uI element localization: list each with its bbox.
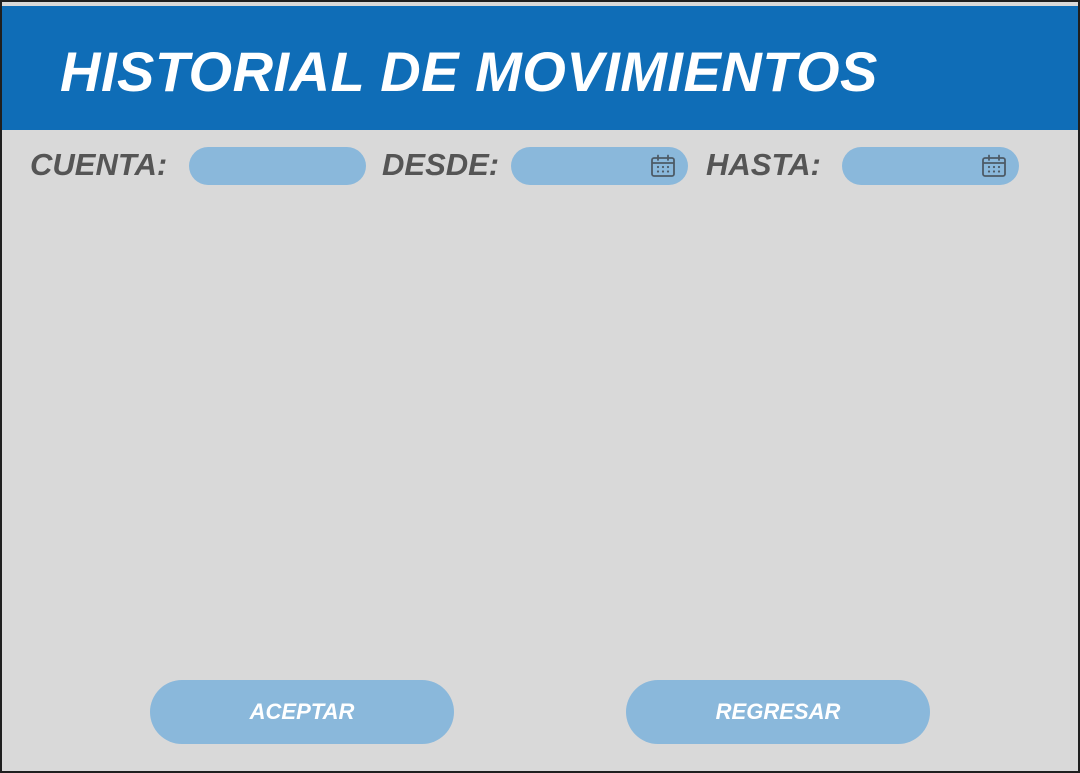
calendar-icon[interactable] <box>650 154 676 178</box>
window-frame: HISTORIAL DE MOVIMIENTOS CUENTA: DESDE: … <box>0 0 1080 773</box>
desde-date-field[interactable] <box>511 147 688 185</box>
hasta-input[interactable] <box>856 147 977 185</box>
page-title: HISTORIAL DE MOVIMIENTOS <box>60 40 878 103</box>
hasta-label: HASTA: <box>706 147 821 182</box>
desde-input[interactable] <box>525 147 646 185</box>
back-button[interactable]: REGRESAR <box>626 680 930 744</box>
hasta-date-field[interactable] <box>842 147 1019 185</box>
desde-label: DESDE: <box>382 147 500 182</box>
calendar-icon[interactable] <box>981 154 1007 178</box>
cuenta-label: CUENTA: <box>30 147 168 182</box>
cuenta-input[interactable] <box>203 147 324 185</box>
accept-button[interactable]: ACEPTAR <box>150 680 454 744</box>
cuenta-field[interactable] <box>189 147 366 185</box>
header-bar: HISTORIAL DE MOVIMIENTOS <box>2 6 1078 130</box>
results-area <box>22 202 1058 662</box>
